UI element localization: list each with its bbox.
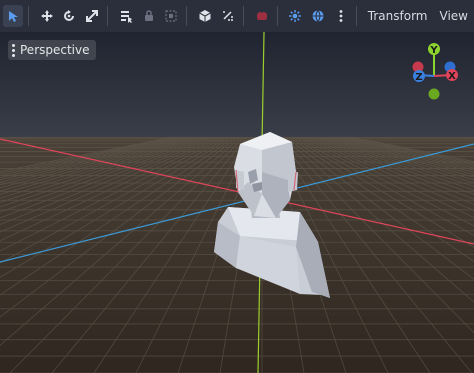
transform-menu[interactable]: Transform (362, 5, 434, 27)
preview-sun-button[interactable] (286, 5, 306, 27)
gizmo-x-label: X (448, 71, 456, 82)
move-tool-button[interactable] (37, 5, 57, 27)
perspective-label: Perspective (20, 43, 90, 57)
globe-icon (312, 10, 324, 22)
toolbar-separator (355, 6, 357, 26)
gizmo-y-label: Y (429, 45, 438, 56)
local-space-button[interactable] (195, 5, 215, 27)
preview-environment-button[interactable] (308, 5, 328, 27)
more-vertical-icon (12, 43, 15, 57)
toolbar-separator (276, 6, 278, 26)
camera-override-button[interactable] (252, 5, 272, 27)
list-select-button[interactable] (116, 5, 136, 27)
lock-icon (144, 10, 153, 21)
list-select-icon (120, 11, 132, 23)
scale-tool-button[interactable] (82, 5, 102, 27)
select-arrow-icon (8, 11, 18, 22)
sun-icon (289, 10, 302, 22)
select-tool-button[interactable] (3, 5, 23, 27)
rotate-icon (64, 10, 75, 21)
toolbar-separator (242, 6, 244, 26)
toolbar-separator (186, 6, 188, 26)
rotate-tool-button[interactable] (60, 5, 80, 27)
move-icon (40, 10, 53, 22)
snap-icon (222, 11, 233, 21)
viewport-scene: Y Z X (0, 32, 474, 373)
3d-viewport[interactable]: Y Z X Perspective (0, 32, 474, 373)
toolbar-separator (107, 6, 108, 26)
group-button[interactable] (162, 5, 182, 27)
scale-icon (86, 10, 99, 22)
group-icon (165, 10, 178, 22)
gizmo-neg-y-handle[interactable] (428, 88, 440, 100)
cube-icon (199, 10, 211, 22)
gizmo-z-label: Z (415, 72, 422, 83)
camera-icon (256, 12, 267, 20)
snap-button[interactable] (218, 5, 238, 27)
lock-button[interactable] (139, 5, 159, 27)
view-menu[interactable]: View (434, 5, 474, 27)
toolbar: Transform View (0, 0, 474, 32)
toolbar-separator (27, 6, 29, 26)
more-options-button[interactable] (331, 5, 351, 27)
perspective-menu-button[interactable]: Perspective (8, 40, 96, 60)
more-vertical-icon (339, 10, 343, 22)
